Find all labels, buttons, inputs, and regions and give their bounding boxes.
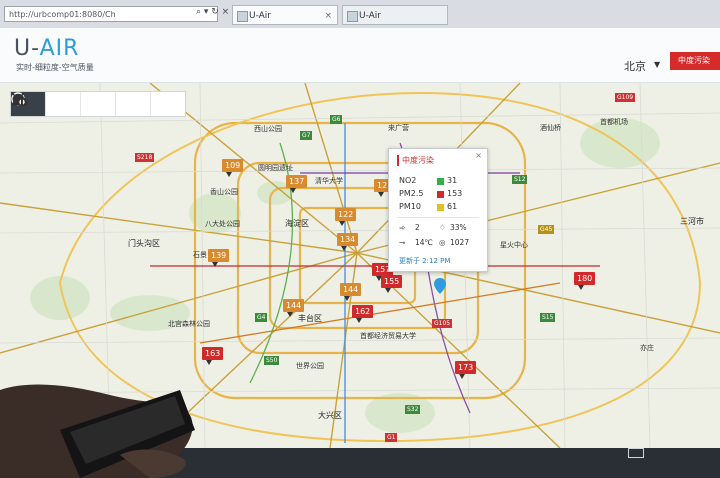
close-icon[interactable]: × — [475, 151, 482, 160]
aqi-marker[interactable]: 173 — [455, 361, 477, 379]
chart-icon[interactable] — [12, 92, 116, 116]
close-tab-icon[interactable]: × — [324, 6, 332, 26]
level-swatch — [437, 178, 444, 185]
label-yizhuang: 亦庄 — [640, 344, 654, 352]
highway-shield: S15 — [540, 313, 556, 322]
label-fengtai: 丰台区 — [298, 314, 322, 323]
label-haidian: 海淀区 — [285, 219, 309, 228]
chevron-down-icon[interactable]: ▼ — [654, 60, 660, 69]
humidity-icon: ♢ — [439, 223, 446, 232]
label-capital-airport: 首都机场 — [600, 118, 628, 126]
aqi-marker[interactable]: 180 — [574, 272, 596, 290]
highway-shield: S218 — [135, 153, 155, 162]
app-header: U-AIR 实时-细粒度-空气质量 北京 ▼ 中度污染 — [0, 28, 720, 83]
pollutant-name: PM2.5 — [399, 189, 424, 198]
map-toolbar — [10, 91, 186, 117]
wind-icon: ➾ — [399, 223, 406, 232]
bar-chart-icon[interactable] — [13, 92, 185, 116]
pollutant-value: 61 — [447, 202, 458, 211]
wind-value: 2 — [415, 223, 420, 232]
label-world-park: 世界公园 — [296, 362, 324, 370]
label-xiangshan: 香山公园 — [210, 188, 238, 196]
highway-shield: S50 — [264, 356, 280, 365]
screen: http://urbcomp01:8080/Ch ⌕ ▾ ↻ × U-Air ×… — [0, 0, 720, 478]
aqi-marker[interactable]: 122 — [335, 208, 357, 226]
aqi-marker[interactable]: 139 — [208, 249, 230, 267]
favicon-icon — [237, 11, 248, 22]
label-xinghuo: 星火中心 — [500, 241, 528, 249]
address-bar[interactable]: http://urbcomp01:8080/Ch — [4, 6, 218, 22]
browser-chrome: http://urbcomp01:8080/Ch ⌕ ▾ ↻ × U-Air ×… — [0, 0, 720, 29]
highway-shield: G1 — [385, 433, 398, 442]
app-subtitle: 实时-细粒度-空气质量 — [16, 63, 94, 72]
search-icon[interactable]: ⌕ ▾ ↻ × — [196, 7, 229, 17]
hand-with-phone — [0, 384, 195, 478]
pressure-icon: ◎ — [439, 238, 446, 247]
pollution-level-button[interactable]: 中度污染 — [670, 52, 720, 70]
aqi-marker[interactable]: 134 — [337, 233, 359, 251]
label-sanhe: 三河市 — [680, 217, 704, 226]
level-swatch — [437, 204, 444, 211]
label-beigong: 北宫森林公园 — [168, 320, 210, 328]
aqi-marker[interactable]: 163 — [202, 347, 224, 365]
label-daxing: 大兴区 — [318, 411, 342, 420]
label-shoudu: 首都经济贸易大学 — [360, 332, 416, 340]
label-laiguangying: 来广营 — [388, 124, 409, 132]
app-logo[interactable]: U-AIR — [14, 36, 79, 61]
highway-shield: G45 — [538, 225, 555, 234]
pollutant-name: NO2 — [399, 176, 417, 185]
label-xishan: 西山公园 — [254, 125, 282, 133]
aqi-marker[interactable]: 109 — [222, 159, 244, 177]
aqi-marker[interactable]: 144 — [340, 283, 362, 301]
label-shijingshan: 石景 — [193, 251, 207, 259]
highway-shield: G7 — [300, 131, 313, 140]
station-detail-popup: 中度污染 × NO2 31 PM2.5 153 PM10 61 ➾ 2 ♢ 33… — [388, 148, 488, 272]
highway-shield: G6 — [330, 115, 343, 124]
highway-shield: G105 — [432, 319, 453, 328]
humidity-value: 33% — [450, 223, 467, 232]
label-badachu: 八大处公园 — [205, 220, 240, 228]
highway-shield: S32 — [405, 405, 421, 414]
tab-u-air-2[interactable]: U-Air — [342, 5, 448, 25]
highway-shield: G4 — [255, 313, 268, 322]
highway-shield: S12 — [512, 175, 528, 184]
pressure-value: 1027 — [450, 238, 470, 247]
popup-title: 中度污染 — [397, 155, 434, 166]
pollutant-name: PM10 — [399, 202, 421, 211]
favicon-icon — [347, 11, 358, 22]
highway-shield: G109 — [615, 93, 636, 102]
pollutant-value: 153 — [447, 189, 463, 198]
label-yuanmingyuan: 圆明园遗址 — [258, 164, 293, 172]
tab-label: U-Air — [249, 11, 271, 21]
tab-label: U-Air — [359, 11, 381, 21]
label-jiuxianqiao: 酒仙桥 — [540, 124, 561, 132]
level-swatch — [437, 191, 444, 198]
aqi-marker[interactable]: 137 — [286, 175, 308, 193]
keyboard-icon[interactable] — [628, 448, 644, 458]
fullscreen-icon[interactable] — [11, 92, 81, 116]
city-selector[interactable]: 北京 — [624, 58, 646, 74]
label-mentougou: 门头沟区 — [128, 239, 160, 248]
aqi-marker[interactable]: 144 — [283, 299, 305, 317]
tab-u-air[interactable]: U-Air × — [232, 5, 338, 25]
label-tsinghua: 清华大学 — [315, 177, 343, 185]
temperature-icon: ⊸ — [399, 238, 406, 247]
aqi-marker[interactable]: 162 — [352, 305, 374, 323]
clock-icon[interactable] — [12, 92, 151, 116]
pollutant-value: 31 — [447, 176, 458, 185]
temperature-value: 14℃ — [415, 238, 433, 247]
updated-time: 更新于 2:12 PM — [399, 257, 451, 265]
aqi-marker[interactable]: 155 — [381, 275, 403, 293]
